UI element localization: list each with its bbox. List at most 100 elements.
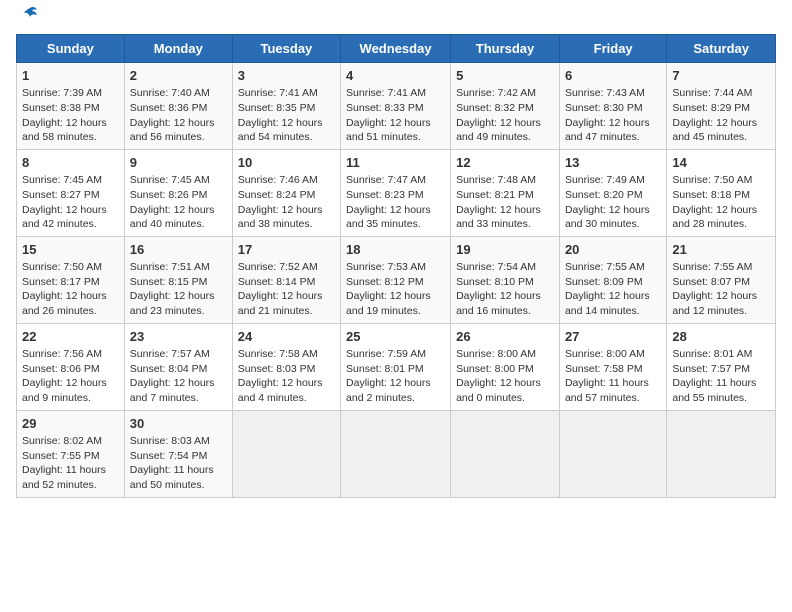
calendar-cell [559,410,666,497]
header [16,12,776,26]
calendar-day-header: Wednesday [341,35,451,63]
calendar-cell: 30Sunrise: 8:03 AMSunset: 7:54 PMDayligh… [124,410,232,497]
day-detail: and 4 minutes. [238,391,335,406]
calendar-day-header: Monday [124,35,232,63]
day-detail: Sunrise: 7:46 AM [238,173,335,188]
day-detail: and 30 minutes. [565,217,661,232]
day-detail: Daylight: 12 hours [672,116,770,131]
day-detail: Daylight: 12 hours [346,203,445,218]
day-detail: Sunset: 7:55 PM [22,449,119,464]
day-detail: Daylight: 12 hours [238,289,335,304]
day-detail: and 12 minutes. [672,304,770,319]
day-detail: Sunrise: 7:50 AM [672,173,770,188]
calendar-cell: 4Sunrise: 7:41 AMSunset: 8:33 PMDaylight… [341,63,451,150]
day-detail: Sunrise: 8:02 AM [22,434,119,449]
day-detail: Sunset: 8:36 PM [130,101,227,116]
calendar-cell: 7Sunrise: 7:44 AMSunset: 8:29 PMDaylight… [667,63,776,150]
day-detail: Sunset: 8:04 PM [130,362,227,377]
day-number: 11 [346,154,445,172]
day-detail: Sunset: 8:18 PM [672,188,770,203]
day-number: 6 [565,67,661,85]
day-detail: Sunset: 8:23 PM [346,188,445,203]
day-detail: Sunset: 7:58 PM [565,362,661,377]
day-detail: Sunrise: 7:44 AM [672,86,770,101]
calendar-cell [341,410,451,497]
calendar-cell: 6Sunrise: 7:43 AMSunset: 8:30 PMDaylight… [559,63,666,150]
day-number: 7 [672,67,770,85]
calendar-cell: 8Sunrise: 7:45 AMSunset: 8:27 PMDaylight… [17,149,125,236]
calendar-cell: 5Sunrise: 7:42 AMSunset: 8:32 PMDaylight… [451,63,560,150]
day-detail: and 55 minutes. [672,391,770,406]
day-number: 13 [565,154,661,172]
day-number: 8 [22,154,119,172]
calendar-cell: 20Sunrise: 7:55 AMSunset: 8:09 PMDayligh… [559,236,666,323]
day-detail: Sunset: 8:35 PM [238,101,335,116]
calendar: SundayMondayTuesdayWednesdayThursdayFrid… [16,34,776,498]
day-detail: Sunrise: 7:40 AM [130,86,227,101]
day-detail: Daylight: 12 hours [565,116,661,131]
day-detail: and 26 minutes. [22,304,119,319]
day-detail: Daylight: 12 hours [22,376,119,391]
day-detail: and 2 minutes. [346,391,445,406]
day-number: 30 [130,415,227,433]
day-number: 26 [456,328,554,346]
calendar-cell [667,410,776,497]
day-number: 14 [672,154,770,172]
day-number: 21 [672,241,770,259]
day-detail: Daylight: 12 hours [238,116,335,131]
day-detail: and 7 minutes. [130,391,227,406]
day-number: 22 [22,328,119,346]
day-detail: Daylight: 12 hours [346,376,445,391]
day-detail: and 33 minutes. [456,217,554,232]
day-detail: Daylight: 12 hours [238,203,335,218]
day-number: 23 [130,328,227,346]
day-detail: Sunset: 8:33 PM [346,101,445,116]
calendar-cell: 18Sunrise: 7:53 AMSunset: 8:12 PMDayligh… [341,236,451,323]
day-detail: and 45 minutes. [672,130,770,145]
calendar-cell: 19Sunrise: 7:54 AMSunset: 8:10 PMDayligh… [451,236,560,323]
day-detail: Sunset: 8:15 PM [130,275,227,290]
calendar-cell: 29Sunrise: 8:02 AMSunset: 7:55 PMDayligh… [17,410,125,497]
calendar-day-header: Saturday [667,35,776,63]
calendar-cell: 2Sunrise: 7:40 AMSunset: 8:36 PMDaylight… [124,63,232,150]
day-detail: Sunset: 7:54 PM [130,449,227,464]
calendar-cell [232,410,340,497]
calendar-week-row: 29Sunrise: 8:02 AMSunset: 7:55 PMDayligh… [17,410,776,497]
day-detail: Sunset: 8:38 PM [22,101,119,116]
calendar-cell [451,410,560,497]
calendar-cell: 17Sunrise: 7:52 AMSunset: 8:14 PMDayligh… [232,236,340,323]
day-detail: Daylight: 12 hours [130,203,227,218]
day-detail: Sunrise: 7:49 AM [565,173,661,188]
calendar-cell: 27Sunrise: 8:00 AMSunset: 7:58 PMDayligh… [559,323,666,410]
day-detail: Sunset: 8:17 PM [22,275,119,290]
day-detail: Daylight: 12 hours [565,289,661,304]
day-detail: and 57 minutes. [565,391,661,406]
day-detail: Sunrise: 7:59 AM [346,347,445,362]
day-detail: Sunset: 8:14 PM [238,275,335,290]
day-detail: Sunset: 8:06 PM [22,362,119,377]
logo-bird-icon [19,4,41,26]
day-detail: Daylight: 12 hours [22,116,119,131]
day-detail: and 49 minutes. [456,130,554,145]
day-number: 2 [130,67,227,85]
day-number: 5 [456,67,554,85]
day-detail: Daylight: 12 hours [346,116,445,131]
calendar-week-row: 8Sunrise: 7:45 AMSunset: 8:27 PMDaylight… [17,149,776,236]
day-detail: and 47 minutes. [565,130,661,145]
logo [16,12,41,26]
day-detail: Daylight: 12 hours [22,289,119,304]
day-detail: Daylight: 12 hours [565,203,661,218]
calendar-week-row: 1Sunrise: 7:39 AMSunset: 8:38 PMDaylight… [17,63,776,150]
day-detail: Sunrise: 7:55 AM [672,260,770,275]
day-number: 9 [130,154,227,172]
day-detail: Sunrise: 7:50 AM [22,260,119,275]
day-detail: and 21 minutes. [238,304,335,319]
day-detail: Sunrise: 7:51 AM [130,260,227,275]
day-detail: and 54 minutes. [238,130,335,145]
day-detail: Sunrise: 8:00 AM [565,347,661,362]
day-detail: Sunrise: 7:42 AM [456,86,554,101]
day-detail: Sunrise: 7:54 AM [456,260,554,275]
day-detail: Sunrise: 7:45 AM [22,173,119,188]
day-number: 1 [22,67,119,85]
day-number: 15 [22,241,119,259]
